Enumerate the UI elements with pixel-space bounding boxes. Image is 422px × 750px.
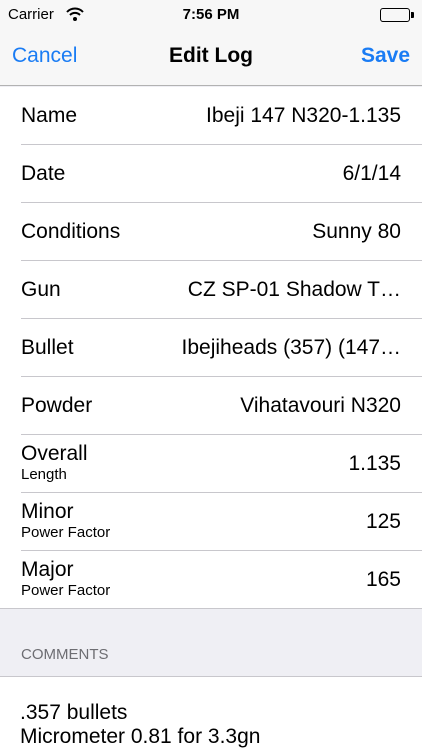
date-value[interactable]: 6/1/14 [343,162,401,186]
major-label-main: Major [21,558,74,581]
status-bar: Carrier 7:56 PM [0,0,422,30]
date-row[interactable]: Date 6/1/14 [0,145,422,203]
overall-length-value[interactable]: 1.135 [348,452,401,476]
bullet-row[interactable]: Bullet Ibejiheads (357) (147… [0,319,422,377]
powder-label: Powder [21,394,93,417]
conditions-value[interactable]: Sunny 80 [312,220,401,244]
name-value[interactable]: Ibeji 147 N320-1.135 [206,104,401,128]
comments-line: Micrometer 0.81 for 3.3gn [20,725,261,748]
bullet-label: Bullet [21,336,74,359]
gun-row[interactable]: Gun CZ SP-01 Shadow T… [0,261,422,319]
powder-value[interactable]: Vihatavouri N320 [240,394,401,418]
major-power-factor-value[interactable]: 165 [366,568,401,592]
minor-power-factor-value[interactable]: 125 [366,510,401,534]
save-button[interactable]: Save [361,44,410,68]
name-label: Name [21,104,78,127]
major-power-factor-row[interactable]: Major Power Factor 165 [0,551,422,609]
comments-section-header: COMMENTS [21,646,109,663]
date-label: Date [21,162,66,185]
page-title: Edit Log [169,44,253,67]
battery-icon [380,8,414,22]
major-power-factor-label: Major Power Factor [21,557,110,600]
conditions-label: Conditions [21,220,121,243]
minor-power-factor-label: Minor Power Factor [21,499,110,542]
log-form: Name Ibeji 147 N320-1.135 Date 6/1/14 Co… [0,87,422,609]
navigation-bar: Cancel Edit Log Save [0,30,422,86]
gun-label: Gun [21,278,61,301]
minor-label-sub: Power Factor [21,524,111,541]
bullet-value[interactable]: Ibejiheads (357) (147… [182,336,401,360]
overall-length-label-sub: Length [21,466,67,483]
conditions-row[interactable]: Conditions Sunny 80 [0,203,422,261]
powder-row[interactable]: Powder Vihatavouri N320 [0,377,422,435]
comments-line: .357 bullets [20,701,128,724]
comments-textarea[interactable]: .357 bullets Micrometer 0.81 for 3.3gn [0,676,422,750]
gun-value[interactable]: CZ SP-01 Shadow T… [188,278,401,302]
minor-label-main: Minor [21,500,74,523]
overall-length-label: Overall Length [21,441,88,484]
minor-power-factor-row[interactable]: Minor Power Factor 125 [0,493,422,551]
overall-length-label-main: Overall [21,442,88,465]
overall-length-row[interactable]: Overall Length 1.135 [0,435,422,493]
clock: 7:56 PM [182,6,240,23]
major-label-sub: Power Factor [21,582,111,599]
name-row[interactable]: Name Ibeji 147 N320-1.135 [0,87,422,145]
